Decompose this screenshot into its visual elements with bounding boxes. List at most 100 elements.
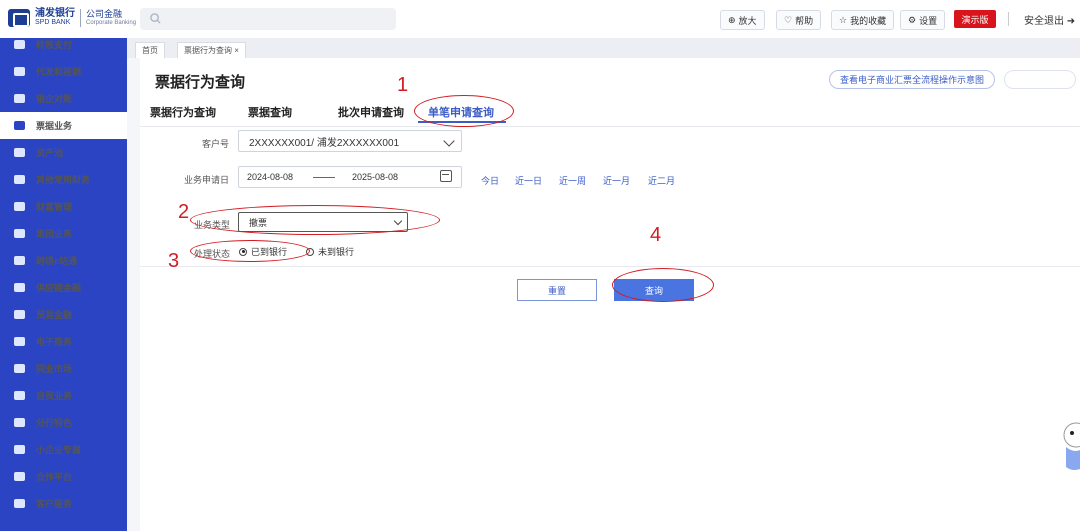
sidebar-item-label: 电子商务 xyxy=(36,337,73,347)
secondary-pill-button[interactable] xyxy=(1004,70,1076,89)
sidebar-item[interactable]: 小企业专属 xyxy=(0,436,127,463)
sidebar-item[interactable]: 客户服务 xyxy=(0,490,127,517)
annotation-ring-2 xyxy=(190,205,440,235)
divider xyxy=(140,126,1080,127)
subtab-behavior-query[interactable]: 票据行为查询 xyxy=(150,104,216,120)
settings-label: 设置 xyxy=(919,15,938,26)
sidebar-item[interactable]: 贸易金融 xyxy=(0,301,127,328)
tab-home[interactable]: 首页 xyxy=(135,42,165,58)
menu-icon xyxy=(14,283,25,292)
menu-icon xyxy=(14,229,25,238)
status-radio-not-arrived[interactable]: 未到银行 xyxy=(306,245,354,258)
sidebar-item[interactable]: 转账支付 xyxy=(0,31,127,58)
customer-label: 客户号 xyxy=(202,139,230,149)
tab-strip: 首页 票据行为查询 × xyxy=(127,38,1080,58)
quick-1week[interactable]: 近一周 xyxy=(559,174,586,187)
calendar-icon[interactable] xyxy=(440,170,452,182)
menu-icon xyxy=(14,310,25,319)
tab-current-label: 票据行为查询 xyxy=(184,46,232,55)
sidebar-item-label: 贸易金融 xyxy=(36,310,73,320)
favorites-button[interactable]: ☆ 我的收藏 xyxy=(831,10,895,30)
menu-icon xyxy=(14,256,25,265)
annotation-ring-1 xyxy=(414,95,514,127)
search-input[interactable] xyxy=(140,8,396,30)
sidebar-item-label: 合作平台 xyxy=(36,472,73,482)
sidebar-item[interactable]: 跨境e站通 xyxy=(0,247,127,274)
sidebar-item-label: 供应链金融 xyxy=(36,283,82,293)
annotation-ring-4 xyxy=(612,268,714,302)
logout-icon: ➜ xyxy=(1066,16,1076,27)
sidebar-item-label: 资产池 xyxy=(36,148,64,158)
menu-icon xyxy=(14,418,25,427)
sidebar-item[interactable]: 其他常用财务 xyxy=(0,166,127,193)
date-label: 业务申请日 xyxy=(184,175,230,185)
menu-icon xyxy=(14,337,25,346)
chevron-down-icon xyxy=(443,135,455,147)
favorites-label: 我的收藏 xyxy=(850,15,887,26)
search-icon xyxy=(150,13,161,24)
annotation-1: 1 xyxy=(397,74,409,96)
sidebar-item-label: 集团业务 xyxy=(36,229,73,239)
subtab-batch-query[interactable]: 批次申请查询 xyxy=(338,104,404,120)
sidebar-item[interactable]: 资产池 xyxy=(0,139,127,166)
close-icon[interactable]: × xyxy=(234,46,239,55)
zoom-label: 放大 xyxy=(738,15,757,26)
top-bar: 浦发银行 SPD BANK 公司金融 Corporate Banking ⊕ 放大… xyxy=(0,0,1080,39)
sidebar-item[interactable]: 电子商务 xyxy=(0,328,127,355)
customer-value: 2XXXXXX001/ 浦发2XXXXXX001 xyxy=(249,137,400,149)
date-range-picker[interactable]: 2024-08-08 2025-08-08 xyxy=(238,166,462,188)
date-to[interactable]: 2025-08-08 xyxy=(352,172,398,182)
annotation-3: 3 xyxy=(168,250,180,272)
reset-button[interactable]: 重置 xyxy=(517,279,597,301)
brand-name-en: SPD BANK xyxy=(35,19,71,26)
gear-icon: ⚙ xyxy=(908,14,917,25)
header-divider xyxy=(1008,12,1009,26)
menu-icon xyxy=(14,364,25,373)
sidebar-item-label: 银企对账 xyxy=(36,94,73,104)
sidebar-item[interactable]: 票据业务 xyxy=(0,112,127,139)
demo-button[interactable]: 演示版 xyxy=(954,10,996,28)
assistant-mascot-icon[interactable] xyxy=(1062,415,1080,475)
sidebar-item[interactable]: 供应链金融 xyxy=(0,274,127,301)
star-icon: ☆ xyxy=(839,14,848,25)
quick-1day[interactable]: 近一日 xyxy=(515,174,542,187)
logout-button[interactable]: 安全退出 ➜ xyxy=(1024,12,1075,27)
subtab-bill-query[interactable]: 票据查询 xyxy=(248,104,292,120)
date-separator xyxy=(313,177,335,178)
process-diagram-link[interactable]: 查看电子商业汇票全流程操作示意图 xyxy=(829,70,995,89)
customer-select[interactable]: 2XXXXXX001/ 浦发2XXXXXX001 xyxy=(238,130,462,152)
quick-1month[interactable]: 近一月 xyxy=(603,174,630,187)
sidebar-item-label: 转账支付 xyxy=(36,40,73,50)
sidebar-item[interactable]: 自贸业务 xyxy=(0,382,127,409)
quick-today[interactable]: 今日 xyxy=(481,174,499,187)
menu-icon xyxy=(14,148,25,157)
date-from[interactable]: 2024-08-08 xyxy=(247,172,293,182)
division-en: Corporate Banking xyxy=(86,20,137,26)
sidebar-item[interactable]: 代发和报销 xyxy=(0,58,127,85)
annotation-2: 2 xyxy=(178,201,190,223)
logout-label: 安全退出 xyxy=(1024,16,1064,27)
sidebar-item-label: 客户服务 xyxy=(36,499,73,509)
sidebar-item-label: 财富管理 xyxy=(36,202,73,212)
sidebar-item[interactable]: 合作平台 xyxy=(0,463,127,490)
annotation-ring-3 xyxy=(190,240,310,262)
menu-icon xyxy=(14,445,25,454)
sidebar-item-label: 同业市场 xyxy=(36,364,73,374)
menu-icon xyxy=(14,40,25,49)
logo-mark-icon xyxy=(8,9,30,27)
tab-current[interactable]: 票据行为查询 × xyxy=(177,42,246,58)
menu-icon xyxy=(14,67,25,76)
sidebar-item[interactable]: 集团业务 xyxy=(0,220,127,247)
sidebar-item[interactable]: 分行特色 xyxy=(0,409,127,436)
zoom-button[interactable]: ⊕ 放大 xyxy=(720,10,765,30)
sidebar-item[interactable]: 同业市场 xyxy=(0,355,127,382)
menu-icon xyxy=(14,94,25,103)
bank-logo[interactable]: 浦发银行 SPD BANK 公司金融 Corporate Banking xyxy=(8,9,136,27)
sidebar-item[interactable]: 银企对账 xyxy=(0,85,127,112)
settings-button[interactable]: ⚙ 设置 xyxy=(900,10,946,30)
menu-icon xyxy=(14,391,25,400)
help-button[interactable]: ♡ 帮助 xyxy=(776,10,822,30)
sidebar-item[interactable]: 财富管理 xyxy=(0,193,127,220)
page-title: 票据行为查询 xyxy=(155,74,246,91)
quick-2month[interactable]: 近二月 xyxy=(648,174,675,187)
